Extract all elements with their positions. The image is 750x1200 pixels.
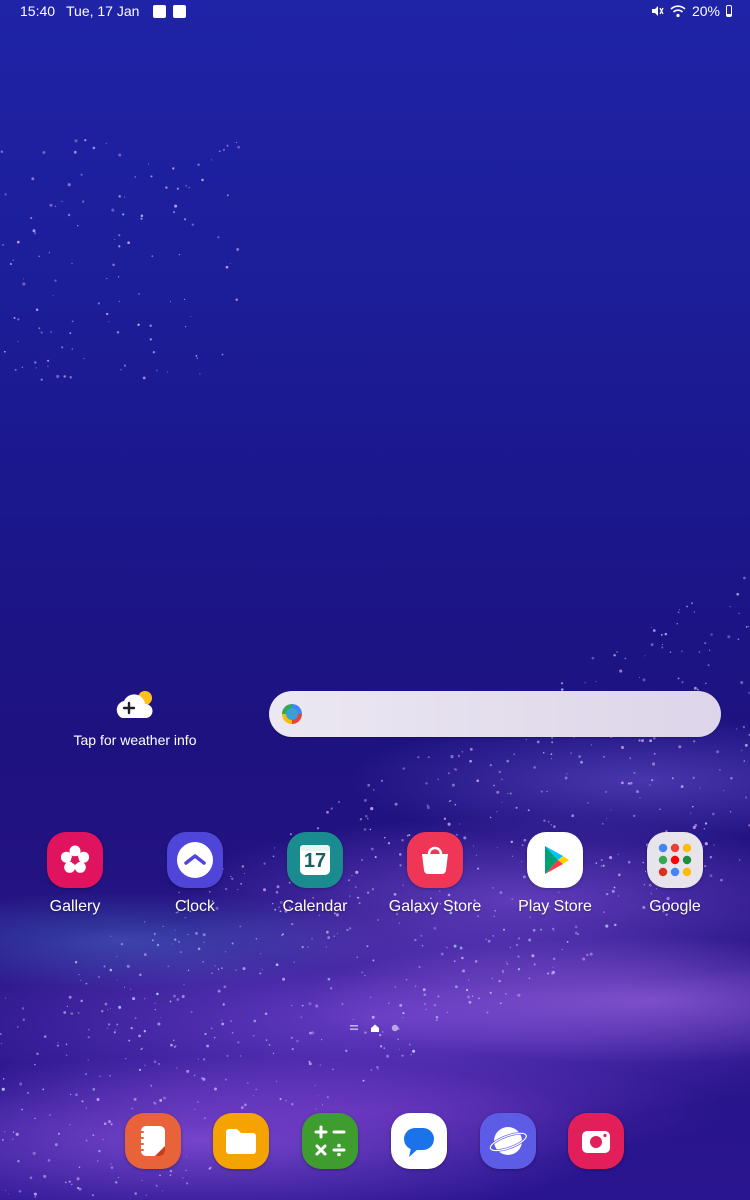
app-label: Play Store	[518, 898, 592, 915]
app-galaxy-store[interactable]: Galaxy Store	[375, 832, 495, 916]
search-logo-icon	[282, 704, 302, 724]
google-folder-icon	[647, 832, 703, 888]
status-right: 20%	[650, 3, 732, 19]
app-google-folder[interactable]: Google	[615, 832, 735, 916]
app-label: Clock	[174, 898, 215, 915]
calendar-day-badge: 17	[303, 850, 327, 872]
app-label: Calendar	[282, 898, 348, 915]
dock-notes-icon[interactable]	[125, 1113, 181, 1169]
home-screen: 15:40 Tue, 17 Jan 20% Tap for weather in…	[0, 0, 750, 1200]
wallpaper-particles	[0, 139, 750, 1198]
calendar-icon: 17	[287, 832, 343, 888]
checkbox-notification-icon	[173, 5, 186, 18]
status-bar[interactable]: 15:40 Tue, 17 Jan 20%	[0, 0, 750, 24]
app-gallery[interactable]: Gallery	[15, 832, 135, 916]
galaxy-store-bag-icon	[407, 832, 463, 888]
app-clock[interactable]: Clock	[135, 832, 255, 916]
dock-my-files-icon[interactable]	[213, 1113, 269, 1169]
weather-cloud-add-icon	[116, 691, 153, 718]
app-play-store[interactable]: Play Store	[495, 832, 615, 916]
battery-percent: 20%	[691, 3, 720, 19]
app-label: Gallery	[49, 898, 101, 915]
clock-icon	[167, 832, 223, 888]
app-label: Google	[649, 898, 701, 915]
gallery-icon	[47, 832, 103, 888]
wallpaper-wave-lower	[0, 880, 750, 1200]
gallery-notification-icon	[153, 5, 166, 18]
app-label: Galaxy Store	[388, 898, 482, 915]
status-date: Tue, 17 Jan	[66, 3, 140, 19]
wifi-icon	[670, 5, 686, 18]
play-store-icon	[527, 832, 583, 888]
dock-camera-icon[interactable]	[568, 1113, 624, 1169]
mute-icon	[651, 6, 664, 16]
dock-messages-icon[interactable]	[391, 1113, 447, 1169]
search-bar[interactable]	[269, 691, 721, 737]
dock-internet-icon[interactable]	[480, 1113, 536, 1169]
battery-icon	[726, 5, 732, 17]
app-calendar[interactable]: 17 Calendar	[255, 832, 375, 916]
status-time: 15:40	[20, 3, 56, 19]
weather-label: Tap for weather info	[73, 732, 197, 748]
dock-calculator-icon[interactable]	[302, 1113, 358, 1169]
weather-widget[interactable]: Tap for weather info	[60, 684, 210, 754]
page-indicator[interactable]	[349, 1023, 401, 1033]
